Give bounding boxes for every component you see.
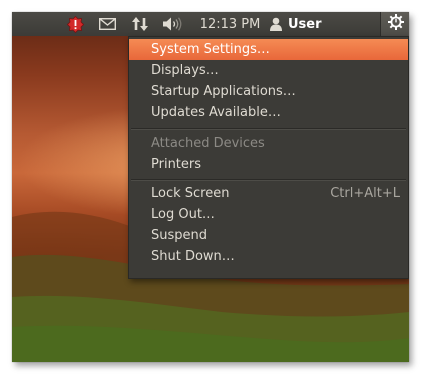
menu-item-label: Printers [151, 157, 202, 172]
menu-item-lock-screen[interactable]: Lock Screen Ctrl+Alt+L [129, 183, 408, 204]
session-menu: System Settings… Displays… Startup Appli… [128, 36, 409, 279]
screenshot-frame: 12:13 PM User System Settings… Displays…… [12, 12, 409, 362]
menu-item-label: Attached Devices [151, 136, 265, 151]
menu-item-suspend[interactable]: Suspend [129, 225, 408, 246]
menu-item-label: Startup Applications… [151, 84, 296, 99]
menu-item-label: Updates Available… [151, 105, 281, 120]
network-arrows-icon[interactable] [129, 12, 151, 36]
menu-item-label: Suspend [151, 228, 208, 243]
update-alert-icon[interactable] [64, 12, 86, 36]
user-menu[interactable]: User [288, 12, 328, 36]
menu-item-label: System Settings… [151, 42, 270, 57]
menu-item-updates-available[interactable]: Updates Available… [129, 102, 408, 123]
lock-screen-shortcut: Ctrl+Alt+L [330, 186, 400, 201]
user-name-label: User [288, 16, 322, 32]
menu-item-label: Log Out… [151, 207, 215, 222]
mail-icon[interactable] [96, 12, 118, 36]
menu-separator [131, 128, 406, 130]
session-menu-button[interactable] [380, 12, 409, 36]
user-icon[interactable] [268, 12, 284, 36]
menu-item-log-out[interactable]: Log Out… [129, 204, 408, 225]
menu-item-printers[interactable]: Printers [129, 154, 408, 175]
top-panel: 12:13 PM User [12, 12, 409, 36]
menu-item-attached-devices: Attached Devices [129, 133, 408, 154]
clock-label: 12:13 PM [199, 16, 261, 32]
menu-item-displays[interactable]: Displays… [129, 60, 408, 81]
menu-item-startup-applications[interactable]: Startup Applications… [129, 81, 408, 102]
menu-item-system-settings[interactable]: System Settings… [129, 39, 408, 60]
menu-item-label: Displays… [151, 63, 219, 78]
menu-item-label: Shut Down… [151, 249, 235, 264]
menu-item-label: Lock Screen [151, 186, 230, 201]
volume-icon[interactable] [161, 12, 185, 36]
menu-separator [131, 179, 406, 181]
clock[interactable]: 12:13 PM [194, 12, 266, 36]
menu-item-shut-down[interactable]: Shut Down… [129, 246, 408, 267]
gear-power-icon [387, 14, 404, 34]
